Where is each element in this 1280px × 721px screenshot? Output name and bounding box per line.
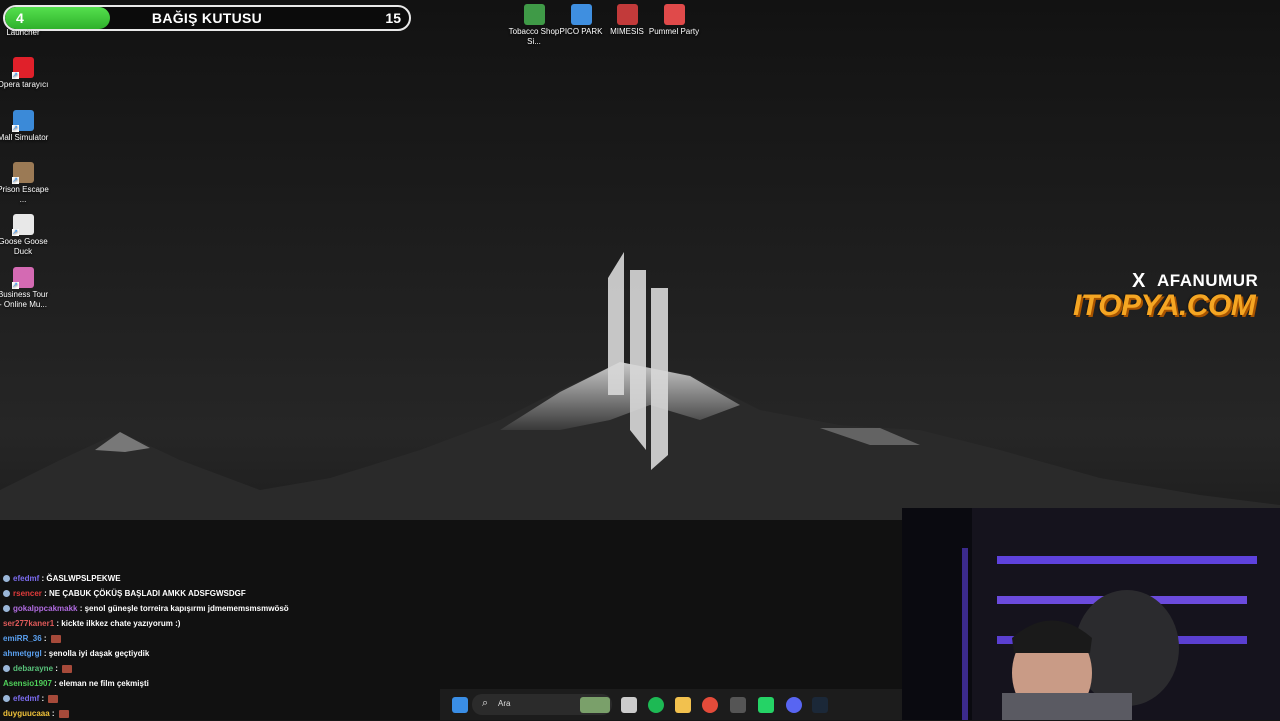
obs-icon[interactable] — [730, 697, 746, 713]
desktop-icon-pico-park[interactable]: PICO PARK — [555, 4, 607, 37]
chat-message: efedmf : ĞASLWPSLPEKWE — [3, 571, 443, 586]
donation-progress-bar: 4 BAĞIŞ KUTUSU 15 — [3, 5, 411, 31]
chat-username[interactable]: duyguucaaa — [3, 709, 50, 718]
chat-username[interactable]: rsencer — [13, 589, 42, 598]
prison-escape-icon: ↗ — [11, 162, 34, 184]
chat-badge-icon — [3, 590, 10, 598]
desktop-icon-launcher[interactable]: ↗Launcher — [0, 28, 49, 38]
task-view-icon[interactable] — [621, 697, 637, 713]
desktop-icon-label: Tobacco Shop Si... — [508, 27, 560, 46]
donation-goal: 15 — [385, 10, 401, 26]
chat-badge-icon — [3, 605, 10, 613]
chat-username[interactable]: debarayne — [13, 664, 53, 673]
chat-message: ser277kaner1 : kickte ilkkez chate yazıy… — [3, 616, 443, 631]
webcam-feed — [902, 508, 1280, 720]
chat-username[interactable]: efedmf — [13, 694, 39, 703]
mimesis-icon — [616, 4, 638, 25]
shortcut-arrow-icon: ↗ — [11, 229, 19, 236]
desktop-icon-label: Goose Goose Duck — [0, 237, 48, 256]
chat-separator: : — [41, 634, 49, 643]
chat-emote-icon — [62, 664, 73, 673]
desktop-icon-tobacco-shop[interactable]: Tobacco Shop Si... — [508, 4, 560, 47]
chat-emote-icon — [48, 694, 59, 703]
chat-separator: : — [39, 694, 47, 703]
brand-handle: AFANUMUR — [1157, 271, 1259, 290]
chat-username[interactable]: gokalppcakmakk — [13, 604, 77, 613]
desktop-icon-label: MIMESIS — [610, 27, 644, 36]
chat-separator: : — [49, 709, 57, 718]
desktop-icon-label: PICO PARK — [559, 27, 603, 36]
desktop-icon-mall-simulator[interactable]: ↗ Mall Simulator — [0, 110, 49, 143]
chat-text: NE ÇABUK ÇÖKÜŞ BAŞLADI AMKK ADSFGWSDGF — [49, 589, 246, 598]
chat-separator: : — [53, 664, 61, 673]
chat-message: duyguucaaa : — [3, 706, 443, 721]
spotify-icon[interactable] — [648, 697, 664, 713]
chat-message: emiRR_36 : — [3, 631, 443, 646]
steam-icon[interactable] — [812, 697, 828, 713]
shortcut-arrow-icon: ↗ — [11, 282, 19, 289]
chat-message: ahmetgrgl : şenolla iyi daşak geçtiydik — [3, 646, 443, 661]
donation-title: BAĞIŞ KUTUSU — [151, 10, 263, 26]
chat-text: şenol güneşle torreira kapışırmı jdmemem… — [84, 604, 289, 613]
chat-message: efedmf : — [3, 691, 443, 706]
opera-icon: ↗ — [11, 57, 34, 79]
chat-separator: : — [51, 679, 60, 688]
discord-icon[interactable] — [786, 697, 802, 713]
desktop-icon-pummel-party[interactable]: Pummel Party — [648, 4, 700, 37]
chat-username[interactable]: efedmf — [13, 574, 39, 583]
search-icon: ⌕ — [482, 697, 489, 709]
chat-username[interactable]: emiRR_36 — [3, 634, 42, 643]
chrome-icon[interactable] — [702, 697, 718, 713]
chat-separator: : — [41, 589, 50, 598]
chat-emote-icon — [58, 709, 69, 718]
chat-message: gokalppcakmakk : şenol güneşle torreira … — [3, 601, 443, 616]
chat-username[interactable]: Asensio1907 — [3, 679, 52, 688]
chat-badge-icon — [3, 695, 10, 703]
desktop-icon-label: Prison Escape ... — [0, 185, 49, 204]
desktop-icon-label: Mall Simulator — [0, 133, 49, 142]
chat-emote-icon — [50, 634, 61, 643]
chat-badge-icon — [3, 665, 10, 673]
search-placeholder: Ara — [498, 699, 511, 708]
start-icon[interactable] — [452, 697, 468, 713]
chat-separator: : — [41, 649, 49, 658]
pummel-party-icon — [663, 4, 685, 25]
file-explorer-icon[interactable] — [675, 697, 691, 713]
shortcut-arrow-icon: ↗ — [11, 177, 19, 184]
chat-message: debarayne : — [3, 661, 443, 676]
goose-goose-duck-icon: ↗ — [11, 214, 34, 236]
chat-text: eleman ne film çekmişti — [59, 679, 149, 688]
chat-text: ĞASLWPSLPEKWE — [46, 574, 121, 583]
desktop-icon-mimesis[interactable]: MIMESIS — [601, 4, 653, 37]
chat-username[interactable]: ahmetgrgl — [3, 649, 42, 658]
chat-separator: : — [77, 604, 85, 613]
stream-chat: efedmf : ĞASLWPSLPEKWE rsencer : NE ÇABUK… — [3, 571, 443, 721]
whatsapp-icon[interactable] — [758, 697, 774, 713]
desktop-icon-opera[interactable]: ↗ Opera tarayıcı — [0, 57, 49, 90]
desktop-icon-goose-goose-duck[interactable]: ↗ Goose Goose Duck — [0, 214, 49, 257]
chat-badge-icon — [3, 575, 10, 583]
desktop-icon-label: Launcher — [6, 28, 40, 37]
desktop-icon-label: Opera tarayıcı — [0, 80, 49, 89]
desktop-icon-label: Business Tour - Online Mu... — [0, 290, 49, 309]
desktop-icon-label: Pummel Party — [648, 27, 700, 36]
chat-message: rsencer : NE ÇABUK ÇÖKÜŞ BAŞLADI AMKK AD… — [3, 586, 443, 601]
tobacco-shop-icon — [523, 4, 545, 25]
shortcut-arrow-icon: ↗ — [11, 125, 19, 132]
chat-text: kickte ilkkez chate yazıyorum :) — [61, 619, 181, 628]
desktop-icon-business-tour[interactable]: ↗ Business Tour - Online Mu... — [0, 267, 49, 310]
sponsor-logo: ITOPYA.COM — [1073, 289, 1256, 322]
pico-park-icon — [570, 4, 592, 25]
news-widget-icon[interactable] — [580, 697, 610, 713]
chat-username[interactable]: ser277kaner1 — [3, 619, 54, 628]
mall-simulator-icon: ↗ — [11, 110, 34, 132]
shortcut-arrow-icon: ↗ — [11, 72, 19, 79]
chat-message: Asensio1907 : eleman ne film çekmişti — [3, 676, 443, 691]
chat-text: şenolla iyi daşak geçtiydik — [48, 649, 150, 658]
desktop-icon-prison-escape[interactable]: ↗ Prison Escape ... — [0, 162, 49, 205]
business-tour-icon: ↗ — [11, 267, 34, 289]
